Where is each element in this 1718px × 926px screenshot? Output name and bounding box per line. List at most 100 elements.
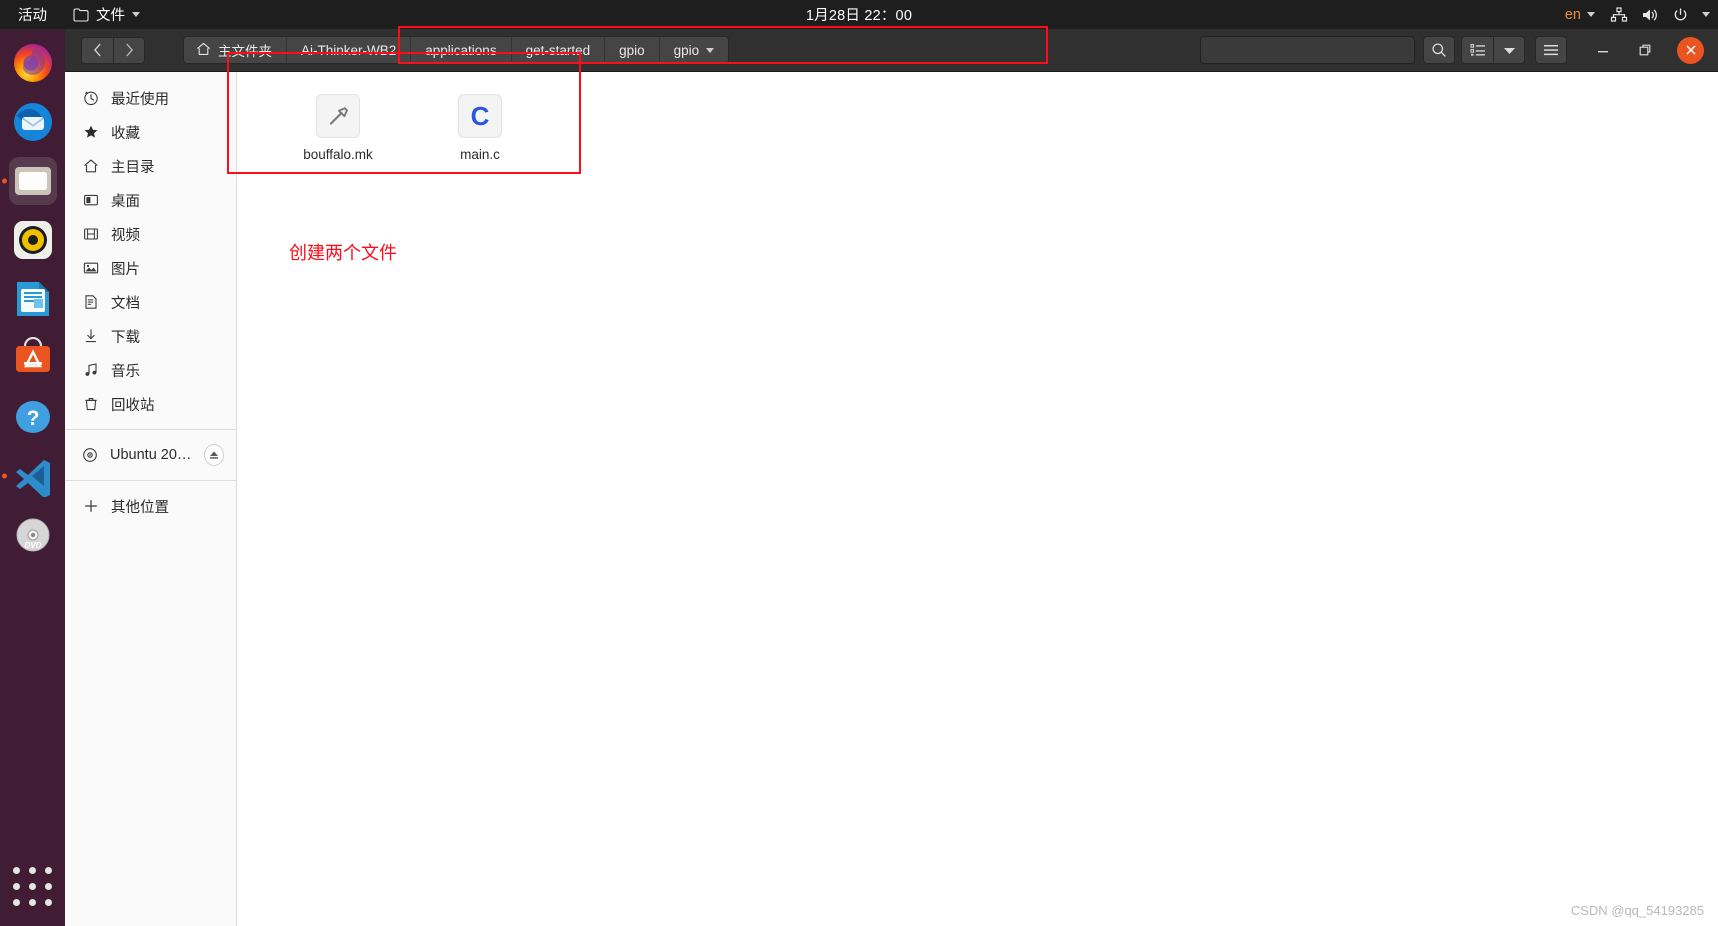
sidebar-item-label: 图片 (111, 261, 140, 278)
view-options-chevron-down-icon[interactable] (1493, 36, 1525, 64)
chevron-down-icon (132, 12, 140, 17)
file-list-view[interactable]: bouffalo.mk C main.c 创建两个文件 CSDN @qq_541… (237, 72, 1718, 926)
app-menu-button[interactable]: 文件 (61, 0, 152, 29)
minimize-button[interactable] (1593, 40, 1613, 60)
breadcrumb-item-home[interactable]: 主文件夹 (184, 37, 287, 63)
video-icon (82, 226, 99, 242)
thunderbird-icon (13, 103, 52, 141)
file-item-bouffalo-mk[interactable]: bouffalo.mk (289, 94, 387, 164)
chevron-down-icon (1587, 12, 1595, 17)
running-indicator-dot (1, 178, 7, 184)
sidebar-item-label: 文档 (111, 295, 140, 312)
dock-item-firefox[interactable] (9, 39, 57, 87)
breadcrumb-label: 主文件夹 (218, 44, 272, 59)
breadcrumb-item-get-started[interactable]: get-started (511, 37, 606, 63)
apps-grid-dot (45, 898, 52, 906)
breadcrumb-item-gpio[interactable]: gpio (605, 37, 660, 63)
places-sidebar: 最近使用 收藏 主目录 桌面 视频 图片 文档 下载 音乐 回收站 Ubuntu… (65, 72, 237, 926)
power-icon[interactable] (1672, 7, 1689, 23)
sidebar-item-starred[interactable]: 收藏 (65, 115, 236, 149)
dock-item-rhythmbox[interactable] (9, 216, 57, 264)
sidebar-item-other-locations[interactable]: 其他位置 (65, 489, 236, 523)
breadcrumb-item-applications[interactable]: applications (411, 37, 512, 63)
sidebar-item-home[interactable]: 主目录 (65, 149, 236, 183)
gnome-top-bar: 活动 文件 1月28日 22：00 en (0, 0, 1718, 29)
language-indicator[interactable]: en (1563, 7, 1597, 23)
close-button[interactable] (1677, 36, 1704, 64)
sidebar-item-ubuntu-disc[interactable]: Ubuntu 20.0... (65, 438, 236, 472)
firefox-icon (13, 44, 52, 82)
volume-icon[interactable] (1641, 7, 1659, 23)
sidebar-item-label: 最近使用 (111, 91, 169, 108)
chevron-down-icon[interactable] (706, 47, 715, 53)
rhythmbox-icon (13, 221, 52, 259)
sidebar-item-label: 桌面 (111, 193, 140, 210)
network-icon[interactable] (1610, 6, 1628, 23)
plus-icon (82, 498, 99, 514)
show-applications-button[interactable] (11, 864, 55, 908)
list-view-icon[interactable] (1461, 36, 1493, 64)
sidebar-item-videos[interactable]: 视频 (65, 217, 236, 251)
desktop-icon (82, 192, 99, 208)
sidebar-item-music[interactable]: 音乐 (65, 353, 236, 387)
search-input[interactable] (1200, 36, 1415, 64)
sidebar-item-pictures[interactable]: 图片 (65, 251, 236, 285)
home-icon (196, 42, 211, 59)
dock-item-libreoffice-writer[interactable] (9, 275, 57, 323)
breadcrumb-label: gpio (673, 42, 700, 58)
screen: 活动 文件 1月28日 22：00 en ? DVD 主文件夹 Ai-Think… (0, 0, 1718, 926)
image-icon (82, 260, 99, 276)
activities-button[interactable]: 活动 (0, 0, 61, 29)
vscode-icon (15, 460, 50, 497)
sidebar-item-downloads[interactable]: 下载 (65, 319, 236, 353)
hamburger-menu-icon[interactable] (1535, 36, 1567, 64)
window-controls (1593, 36, 1704, 64)
folder-icon (73, 7, 89, 22)
chevron-down-icon[interactable] (1702, 12, 1710, 17)
c-source-icon: C (458, 94, 502, 138)
download-icon (82, 328, 99, 344)
app-menu-label: 文件 (96, 8, 125, 24)
dock-item-thunderbird[interactable] (9, 98, 57, 146)
watermark: CSDN @qq_54193285 (1570, 903, 1704, 918)
sidebar-item-label: 视频 (111, 227, 140, 244)
sidebar-item-trash[interactable]: 回收站 (65, 387, 236, 421)
music-icon (82, 362, 99, 378)
file-manager-window: 主文件夹 Ai-Thinker-WB2 applications get-sta… (65, 29, 1718, 926)
sidebar-item-documents[interactable]: 文档 (65, 285, 236, 319)
apps-grid-dot (13, 898, 20, 906)
sidebar-item-desktop[interactable]: 桌面 (65, 183, 236, 217)
svg-text:DVD: DVD (24, 541, 41, 550)
sidebar-item-label: 下载 (111, 329, 140, 346)
back-button[interactable] (81, 36, 113, 64)
dock-item-files[interactable] (1, 157, 57, 205)
file-name-label: main.c (460, 147, 500, 162)
dock-item-vscode[interactable] (1, 452, 57, 500)
help-icon: ? (15, 401, 50, 433)
breadcrumb-item-gpio-current[interactable]: gpio (659, 37, 729, 63)
libreoffice-writer-icon (16, 282, 49, 316)
dvd-icon: DVD (16, 518, 49, 552)
sidebar-item-label: 收藏 (111, 125, 140, 142)
file-item-main-c[interactable]: C main.c (431, 94, 529, 164)
c-source-icon-letter: C (470, 101, 490, 131)
dock-item-dvd[interactable]: DVD (9, 511, 57, 559)
dock-item-help[interactable]: ? (9, 393, 57, 441)
home-icon (82, 158, 99, 174)
view-controls (1461, 36, 1525, 64)
language-label: en (1564, 6, 1581, 23)
trash-icon (82, 396, 99, 412)
sidebar-item-label: 音乐 (111, 363, 140, 380)
apps-grid-dot (29, 866, 36, 874)
dock-item-ubuntu-software[interactable] (9, 334, 57, 382)
annotation-text: 创建两个文件 (289, 243, 397, 263)
sidebar-item-recent[interactable]: 最近使用 (65, 81, 236, 115)
breadcrumb-item-ai-thinker-wb2[interactable]: Ai-Thinker-WB2 (287, 37, 412, 63)
apps-grid-dot (13, 882, 20, 890)
maximize-button[interactable] (1635, 40, 1655, 60)
clock[interactable]: 1月28日 22：00 (0, 4, 1718, 25)
apps-grid-dot (45, 866, 52, 874)
search-button[interactable] (1423, 36, 1455, 64)
forward-button[interactable] (113, 36, 145, 64)
eject-icon[interactable] (204, 444, 224, 466)
